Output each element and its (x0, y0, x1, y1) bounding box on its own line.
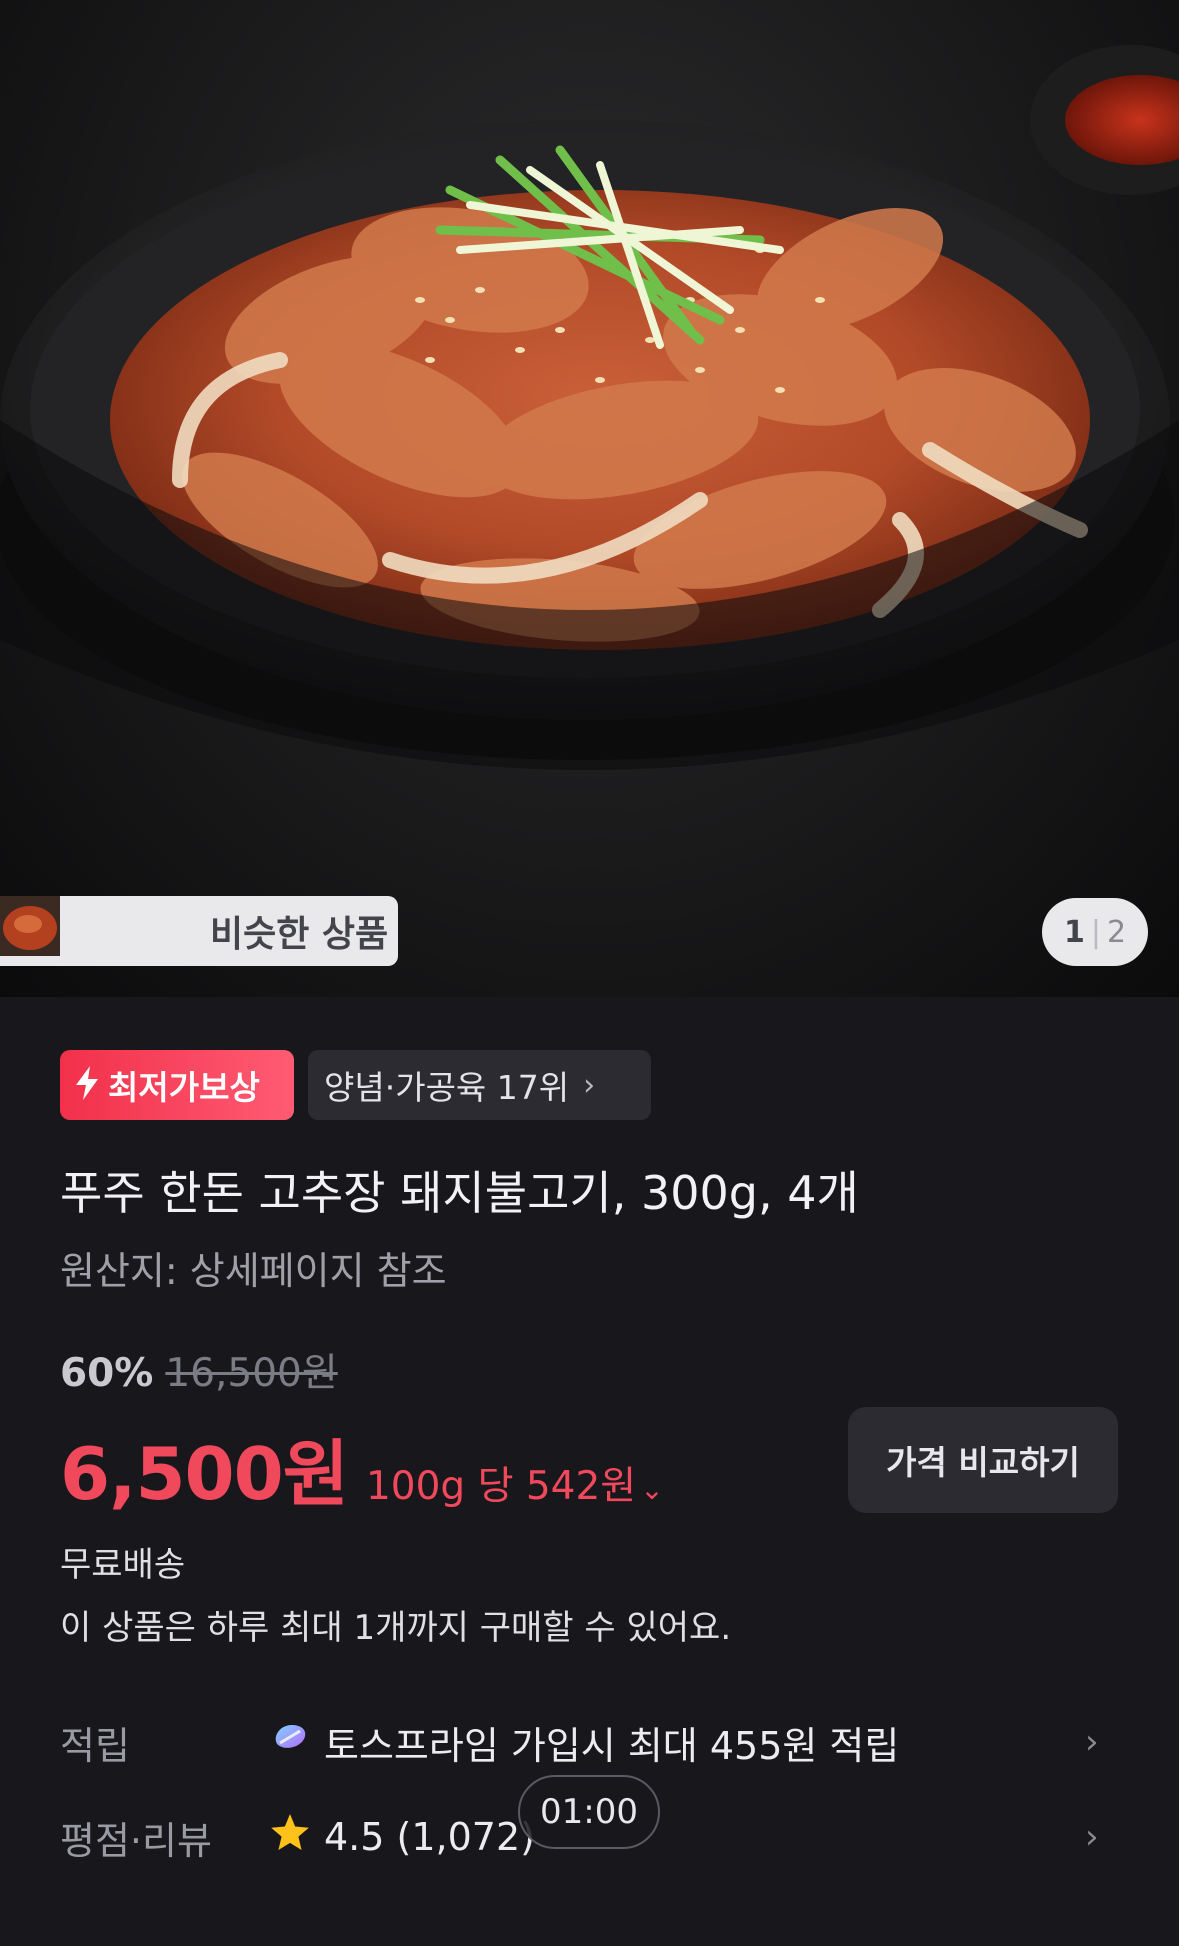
lightning-icon (74, 1066, 100, 1104)
compare-price-button[interactable]: 가격 비교하기 (848, 1407, 1118, 1513)
pager-separator: | (1090, 914, 1101, 950)
points-value: 토스프라임 가입시 최대 455원 적립 (324, 1723, 900, 1768)
category-rank-label: 양념·가공육 17위 (324, 1068, 570, 1107)
unit-price: 100g 당 542원 (365, 1464, 637, 1509)
pager-current: 1 (1063, 914, 1085, 950)
pager-total: 2 (1106, 914, 1127, 950)
category-rank-badge[interactable]: 양념·가공육 17위 › (308, 1050, 651, 1120)
lowest-price-badge[interactable]: 최저가보상 (60, 1050, 294, 1120)
chevron-right-icon: › (1085, 1722, 1099, 1762)
rating-value: 4.5 (1,072) (324, 1815, 535, 1859)
similar-products-label: 비슷한 상품 (210, 914, 389, 955)
sale-price: 6,500원 (60, 1432, 349, 1516)
similar-products-button[interactable]: 비슷한 상품 (0, 896, 398, 966)
purchase-limit-notice: 이 상품은 하루 최대 1개까지 구매할 수 있어요. (60, 1608, 732, 1648)
rating-value-wrap: 4.5 (1,072) (270, 1813, 535, 1861)
product-title: 푸주 한돈 고추장 돼지불고기, 300g, 4개 (60, 1166, 859, 1220)
timer-overlay: 01:00 (518, 1775, 660, 1849)
points-value-wrap: 토스프라임 가입시 최대 455원 적립 (270, 1715, 899, 1770)
similar-thumb-2 (0, 896, 128, 961)
chevron-right-icon: › (1085, 1817, 1099, 1857)
star-icon (270, 1813, 310, 1861)
original-price: 16,500원 (165, 1351, 338, 1396)
product-origin: 원산지: 상세페이지 참조 (60, 1249, 447, 1293)
food-photo (0, 45, 1179, 770)
rating-key: 평점·리뷰 (60, 1818, 212, 1863)
lowest-price-label: 최저가보상 (108, 1068, 260, 1107)
image-pager: 1 | 2 (1042, 898, 1148, 966)
product-info-panel: 최저가보상 양념·가공육 17위 › 푸주 한돈 고추장 돼지불고기, 300g… (0, 997, 1179, 1946)
chevron-down-icon: ⌄ (640, 1473, 664, 1506)
price-row: 6,500원 100g 당 542원 ⌄ (60, 1415, 664, 1520)
chevron-right-icon: › (583, 1067, 596, 1103)
product-image[interactable]: 비슷한 상품 1 | 2 (0, 0, 1179, 997)
similar-thumb-3 (0, 896, 194, 961)
discount-rate: 60% (60, 1351, 154, 1396)
points-key: 적립 (60, 1723, 130, 1768)
discount-row: 60% 16,500원 (60, 1342, 338, 1398)
unit-price-toggle[interactable]: 100g 당 542원 ⌄ (366, 1455, 664, 1511)
toss-prime-icon (270, 1720, 310, 1764)
shipping-info: 무료배송 (60, 1545, 186, 1585)
points-row[interactable]: 적립 토스프라임 가입시 최대 455원 적립 › (0, 1707, 1179, 1777)
